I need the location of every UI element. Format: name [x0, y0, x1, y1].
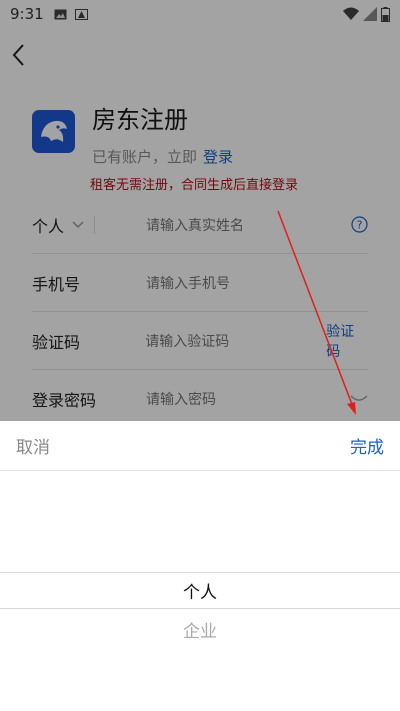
- picker-line-bottom: [0, 608, 400, 609]
- type-picker-sheet: 取消 完成 个人 企业: [0, 421, 400, 711]
- cancel-button[interactable]: 取消: [16, 433, 50, 458]
- picker-option-personal[interactable]: 个人: [0, 578, 400, 603]
- picker-option-enterprise[interactable]: 企业: [0, 617, 400, 642]
- done-button[interactable]: 完成: [350, 433, 384, 458]
- picker-wheel[interactable]: 个人 企业: [0, 471, 400, 711]
- picker-line-top: [0, 572, 400, 573]
- picker-toolbar: 取消 完成: [0, 421, 400, 471]
